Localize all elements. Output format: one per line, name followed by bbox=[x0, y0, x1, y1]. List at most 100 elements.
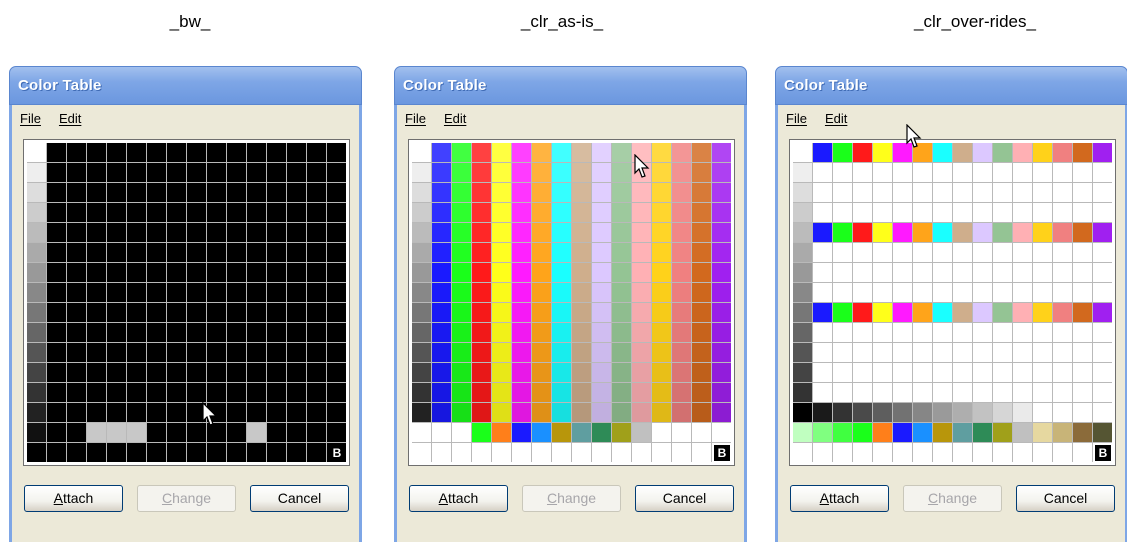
color-cell[interactable] bbox=[632, 183, 651, 202]
color-cell[interactable] bbox=[512, 183, 531, 202]
color-cell[interactable] bbox=[492, 183, 511, 202]
color-cell[interactable] bbox=[672, 283, 691, 302]
color-cell[interactable] bbox=[1093, 183, 1112, 202]
color-cell[interactable] bbox=[67, 163, 86, 182]
color-cell[interactable] bbox=[1033, 183, 1052, 202]
color-cell[interactable] bbox=[1053, 343, 1072, 362]
color-cell[interactable] bbox=[853, 243, 872, 262]
color-cell[interactable] bbox=[452, 223, 471, 242]
color-cell[interactable] bbox=[632, 403, 651, 422]
color-cell[interactable] bbox=[472, 403, 491, 422]
color-cell[interactable] bbox=[27, 143, 46, 162]
color-cell[interactable] bbox=[532, 323, 551, 342]
color-cell[interactable] bbox=[873, 343, 892, 362]
color-cell[interactable] bbox=[873, 283, 892, 302]
color-cell[interactable] bbox=[412, 223, 431, 242]
color-cell[interactable] bbox=[973, 323, 992, 342]
color-cell[interactable] bbox=[107, 343, 126, 362]
color-cell[interactable] bbox=[973, 143, 992, 162]
color-cell[interactable] bbox=[793, 223, 812, 242]
color-cell[interactable] bbox=[1093, 223, 1112, 242]
color-cell[interactable] bbox=[107, 423, 126, 442]
color-cell[interactable] bbox=[287, 303, 306, 322]
color-cell[interactable] bbox=[472, 183, 491, 202]
color-cell[interactable] bbox=[67, 223, 86, 242]
color-cell[interactable] bbox=[672, 383, 691, 402]
color-cell[interactable] bbox=[107, 223, 126, 242]
color-cell[interactable] bbox=[993, 383, 1012, 402]
color-cell[interactable] bbox=[412, 203, 431, 222]
color-cell[interactable] bbox=[1073, 243, 1092, 262]
color-cell[interactable] bbox=[592, 203, 611, 222]
color-cell[interactable] bbox=[512, 403, 531, 422]
color-cell[interactable] bbox=[612, 443, 631, 462]
color-cell[interactable] bbox=[652, 223, 671, 242]
color-cell[interactable] bbox=[432, 363, 451, 382]
color-cell[interactable] bbox=[973, 283, 992, 302]
color-cell[interactable] bbox=[27, 323, 46, 342]
color-cell[interactable] bbox=[692, 143, 711, 162]
color-cell[interactable] bbox=[287, 323, 306, 342]
color-cell[interactable] bbox=[1073, 403, 1092, 422]
color-cell[interactable] bbox=[307, 223, 326, 242]
color-cell[interactable] bbox=[287, 223, 306, 242]
color-cell[interactable] bbox=[833, 383, 852, 402]
color-cell[interactable] bbox=[1013, 223, 1032, 242]
color-cell[interactable] bbox=[913, 263, 932, 282]
color-cell[interactable] bbox=[307, 243, 326, 262]
color-cell[interactable] bbox=[612, 423, 631, 442]
color-cell[interactable] bbox=[67, 403, 86, 422]
color-cell[interactable] bbox=[572, 363, 591, 382]
color-cell[interactable] bbox=[993, 243, 1012, 262]
color-cell[interactable] bbox=[287, 243, 306, 262]
color-cell[interactable] bbox=[893, 263, 912, 282]
color-cell[interactable] bbox=[572, 203, 591, 222]
color-cell[interactable] bbox=[953, 203, 972, 222]
color-cell[interactable] bbox=[833, 203, 852, 222]
color-cell[interactable] bbox=[207, 243, 226, 262]
color-cell[interactable] bbox=[813, 283, 832, 302]
color-cell[interactable] bbox=[127, 143, 146, 162]
color-cell[interactable] bbox=[167, 283, 186, 302]
color-cell[interactable] bbox=[612, 183, 631, 202]
color-cell[interactable] bbox=[712, 303, 731, 322]
color-cell[interactable] bbox=[873, 223, 892, 242]
color-cell[interactable] bbox=[933, 423, 952, 442]
color-cell[interactable] bbox=[1033, 243, 1052, 262]
color-cell[interactable] bbox=[592, 383, 611, 402]
color-cell[interactable] bbox=[552, 283, 571, 302]
color-cell[interactable] bbox=[572, 223, 591, 242]
attach-button[interactable]: Attach bbox=[24, 485, 123, 512]
color-cell[interactable] bbox=[632, 363, 651, 382]
color-cell[interactable] bbox=[833, 263, 852, 282]
color-cell[interactable] bbox=[512, 343, 531, 362]
color-cell[interactable] bbox=[187, 263, 206, 282]
color-cell[interactable] bbox=[893, 283, 912, 302]
color-cell[interactable] bbox=[287, 343, 306, 362]
color-cell[interactable] bbox=[793, 323, 812, 342]
color-cell[interactable] bbox=[1033, 163, 1052, 182]
color-cell[interactable] bbox=[472, 283, 491, 302]
color-cell[interactable] bbox=[327, 363, 346, 382]
color-cell[interactable] bbox=[27, 303, 46, 322]
color-cell[interactable] bbox=[187, 243, 206, 262]
color-cell[interactable] bbox=[913, 163, 932, 182]
color-cell[interactable] bbox=[893, 323, 912, 342]
color-cell[interactable] bbox=[87, 243, 106, 262]
color-cell[interactable] bbox=[227, 163, 246, 182]
color-cell[interactable] bbox=[472, 443, 491, 462]
color-cell[interactable] bbox=[87, 303, 106, 322]
color-cell[interactable] bbox=[1093, 203, 1112, 222]
color-cell[interactable] bbox=[712, 163, 731, 182]
color-cell[interactable] bbox=[452, 263, 471, 282]
menu-edit[interactable]: Edit bbox=[823, 109, 849, 131]
color-cell[interactable] bbox=[993, 263, 1012, 282]
color-cell[interactable] bbox=[672, 143, 691, 162]
color-cell[interactable] bbox=[47, 243, 66, 262]
color-cell[interactable] bbox=[247, 223, 266, 242]
color-cell[interactable] bbox=[712, 283, 731, 302]
color-cell[interactable] bbox=[672, 323, 691, 342]
color-cell[interactable] bbox=[147, 283, 166, 302]
color-cell[interactable] bbox=[813, 443, 832, 462]
color-cell[interactable] bbox=[127, 223, 146, 242]
